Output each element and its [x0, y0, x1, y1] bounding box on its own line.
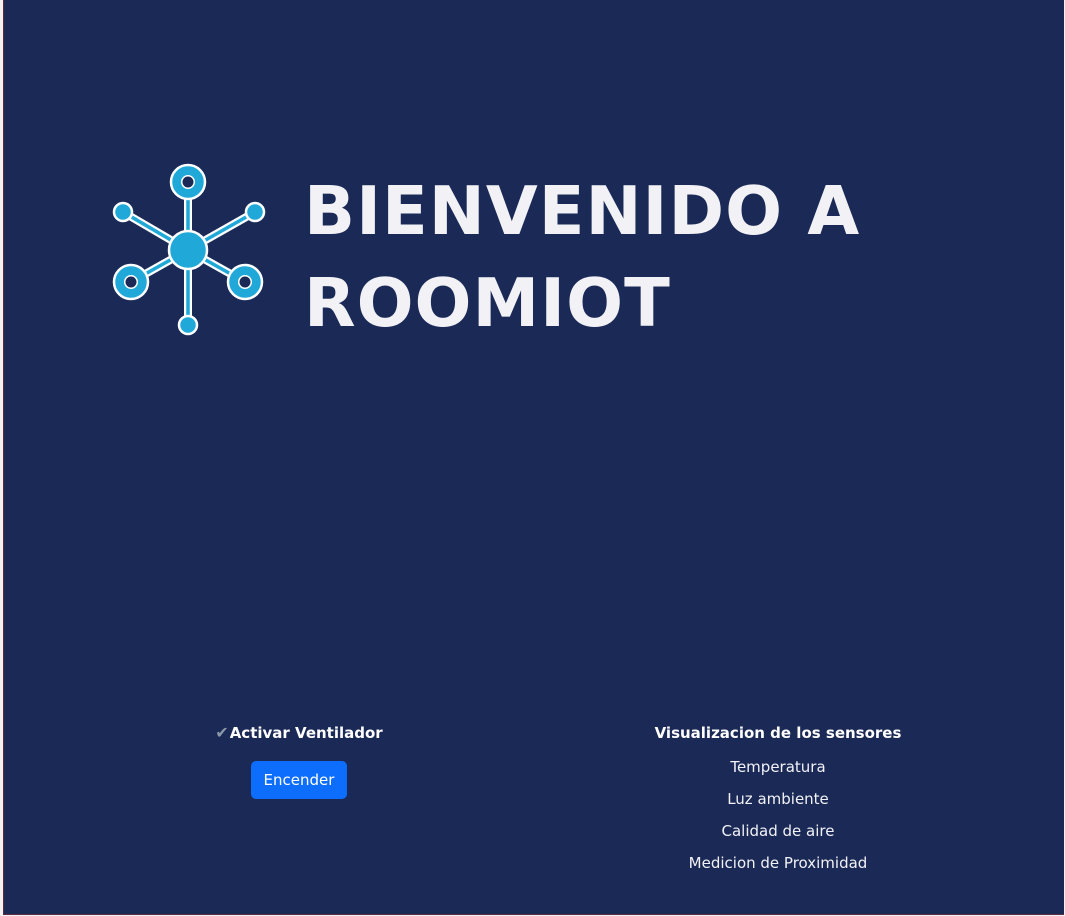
sensor-link-air-quality[interactable]: Calidad de aire [628, 815, 928, 847]
app-page: BIENVENIDO A ROOMIOT ✔Activar Ventilador… [3, 0, 1064, 915]
welcome-title-line1: BIENVENIDO A [304, 172, 861, 250]
fan-control-section: ✔Activar Ventilador Encender [184, 722, 414, 799]
sensor-link-proximity[interactable]: Medicion de Proximidad [628, 847, 928, 879]
sensor-link-temperature[interactable]: Temperatura [628, 751, 928, 783]
sensor-section: Visualizacion de los sensores Temperatur… [628, 722, 928, 879]
welcome-title-line2: ROOMIOT [304, 264, 671, 342]
fan-heading-label: Activar Ventilador [229, 724, 383, 742]
sensor-heading: Visualizacion de los sensores [654, 724, 902, 742]
check-icon: ✔ [215, 723, 229, 742]
molecule-network-icon [112, 163, 266, 336]
sensor-link-ambient-light[interactable]: Luz ambiente [628, 783, 928, 815]
fan-heading: ✔Activar Ventilador [184, 722, 414, 744]
turn-on-button[interactable]: Encender [250, 761, 348, 799]
welcome-title: BIENVENIDO A ROOMIOT [304, 165, 1004, 349]
sensor-list: Temperatura Luz ambiente Calidad de aire… [628, 751, 928, 879]
